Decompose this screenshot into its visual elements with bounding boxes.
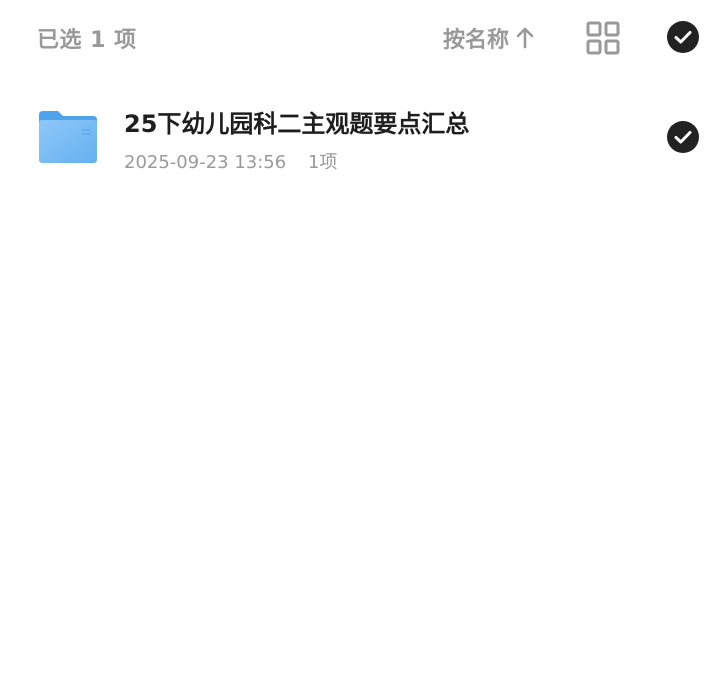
file-meta: 2025-09-23 13:56 1项: [124, 148, 337, 174]
arrow-up-icon: [516, 27, 534, 49]
file-item-count: 1项: [307, 152, 338, 173]
selection-toolbar: 已选 1 项 按名称: [0, 0, 714, 76]
file-name: 25下幼儿园科二主观题要点汇总: [124, 110, 470, 138]
sort-by-name-button[interactable]: 按名称: [443, 21, 535, 55]
check-icon: [674, 31, 692, 44]
grid-view-icon[interactable]: [585, 20, 621, 56]
select-all-checkbox[interactable]: [667, 21, 699, 53]
sort-label: 按名称: [443, 28, 510, 53]
file-modified-time: 2025-09-23 13:56: [124, 152, 287, 173]
file-select-checkbox[interactable]: [667, 121, 699, 153]
selected-count-label: 已选 1 项: [37, 28, 137, 53]
file-list-item[interactable]: 25下幼儿园科二主观题要点汇总 2025-09-23 13:56 1项: [0, 92, 714, 184]
folder-icon: [39, 111, 97, 163]
check-icon: [674, 131, 692, 144]
